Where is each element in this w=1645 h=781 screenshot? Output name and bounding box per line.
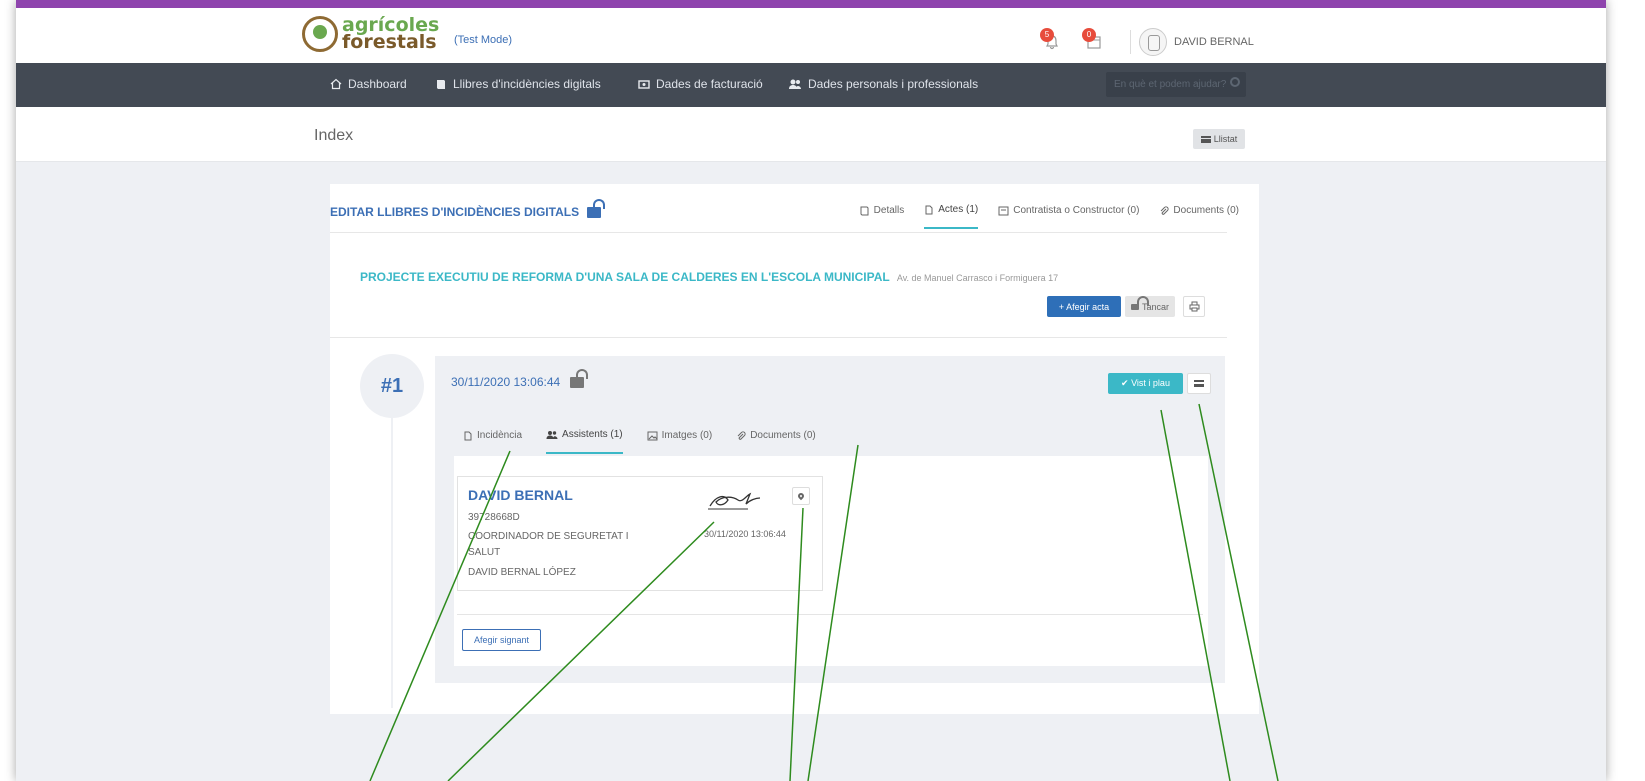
edit-book-panel: EDITAR LLIBRES D'INCIDÈNCIES DIGITALS De… [330,184,1259,714]
file-icon [464,431,472,440]
id-card-icon [998,206,1009,215]
user-avatar[interactable] [1139,28,1167,56]
project-name: PROJECTE EXECUTIU DE REFORMA D'UNA SALA … [360,270,890,284]
tab-label: Imatges (0) [661,430,713,441]
assistant-card: DAVID BERNAL 39728668D COORDINADOR DE SE… [457,476,823,591]
acta-number: #1 [360,354,424,418]
nav-item-llibres[interactable]: Llibres d'incidències digitals [435,77,601,91]
acta-date: 30/11/2020 13:06:44 [451,368,589,389]
paperclip-icon [1161,205,1169,215]
search-placeholder: En què et podem ajudar? [1114,79,1227,90]
book-icon [860,206,869,215]
bell-badge: 5 [1040,28,1054,42]
page-header: Index Llistat [16,107,1606,162]
nav-label: Llibres d'incidències digitals [453,77,601,91]
print-icon [1189,301,1199,312]
divider [457,614,1203,615]
lock-icon [1130,295,1149,310]
assistant-role-line-1: COORDINADOR DE SEGURETAT I [468,531,629,542]
header-divider [1130,30,1131,54]
assistant-name[interactable]: DAVID BERNAL [468,487,573,503]
acta-card: 30/11/2020 13:06:44 ✔ Vist i plau Incidè… [435,356,1225,683]
tab-label: Contratista o Constructor (0) [1013,205,1140,216]
timeline-line [391,418,393,708]
calendar-notifications-button[interactable]: 0 [1082,28,1106,52]
add-acta-button[interactable]: + Afegir acta [1047,296,1121,317]
page-title: Index [314,127,354,144]
project-title: PROJECTE EXECUTIU DE REFORMA D'UNA SALA … [360,270,1058,284]
signature-image [708,492,761,510]
card-icon [638,80,650,89]
book-icon [437,80,445,89]
tab-label: Detalls [873,205,905,216]
brand-logo[interactable]: agrícoles forestals [302,16,439,52]
close-book-button[interactable]: Tancar [1125,295,1175,317]
nav-item-dades-personals[interactable]: Dades personals i professionals [788,77,978,91]
app-window: agrícoles forestals (Test Mode) 5 0 DAVI… [16,0,1606,781]
paperclip-icon [737,430,746,440]
tab-label: Actes (1) [938,204,979,215]
tab-detalls[interactable]: Detalls [860,204,905,229]
panel-title-text: EDITAR LLIBRES D'INCIDÈNCIES DIGITALS [330,205,580,219]
unlock-icon [570,368,589,388]
tab-imatges[interactable]: Imatges (0) [647,429,713,454]
home-icon [330,78,342,90]
image-icon [647,431,658,440]
user-name-link[interactable]: DAVID BERNAL [1174,36,1254,48]
acta-datetime: 30/11/2020 13:06:44 [451,375,561,389]
notifications-bell-button[interactable]: 5 [1040,28,1064,52]
tab-assistents[interactable]: Assistents (1) [546,429,623,454]
assistant-role-line-2: SALUT [468,547,501,558]
tab-documents[interactable]: Documents (0) [1159,204,1239,229]
logo-line-2: forestals [342,31,437,53]
top-accent-bar [16,0,1606,8]
search-input[interactable]: En què et podem ajudar? [1106,72,1246,97]
tab-label: Assistents (1) [562,429,623,440]
file-icon [925,205,933,214]
tab-contratista[interactable]: Contratista o Constructor (0) [998,204,1139,229]
search-icon [1230,77,1240,87]
tab-label: Documents (0) [1173,205,1239,216]
calendar-badge: 0 [1082,28,1096,42]
list-icon [1200,135,1211,143]
main-navbar: Dashboard Llibres d'incidències digitals… [16,63,1606,107]
panel-title: EDITAR LLIBRES D'INCIDÈNCIES DIGITALS [330,198,606,219]
nav-item-facturacio[interactable]: Dades de facturació [638,77,763,91]
project-address: Av. de Manuel Carrasco i Formiguera 17 [896,273,1059,283]
assistant-id: 39728668D [468,512,520,523]
nav-label: Dades de facturació [656,77,763,91]
nav-item-dashboard[interactable]: Dashboard [330,77,407,91]
users-icon [546,430,558,439]
divider [330,337,1227,338]
tab-acta-documents[interactable]: Documents (0) [736,429,816,454]
listat-label: Llistat [1213,134,1238,144]
add-signer-button[interactable]: Afegir signant [462,629,541,651]
divider [330,232,1227,233]
unlock-icon [587,198,606,218]
test-mode-label: (Test Mode) [454,34,513,46]
assistants-panel: DAVID BERNAL 39728668D COORDINADOR DE SE… [454,456,1208,666]
acta-list-button[interactable] [1187,373,1211,394]
location-button[interactable] [792,487,810,505]
tab-incidencia[interactable]: Incidència [463,429,522,454]
signature-date: 30/11/2020 13:06:44 [704,529,786,539]
acta-tabs: Incidència Assistents (1) Imatges (0) Do… [463,429,816,454]
list-icon [1194,380,1204,387]
nav-label: Dashboard [348,77,407,91]
listat-button[interactable]: Llistat [1193,129,1245,149]
assistant-full-name: DAVID BERNAL LÓPEZ [468,567,576,578]
print-button[interactable] [1183,296,1205,317]
panel-tabs: Detalls Actes (1) Contratista o Construc… [860,204,1239,229]
approve-button[interactable]: ✔ Vist i plau [1108,373,1183,394]
tab-label: Incidència [477,430,523,441]
top-header: agrícoles forestals (Test Mode) 5 0 DAVI… [16,8,1606,63]
nav-label: Dades personals i professionals [808,77,979,91]
tab-label: Documents (0) [750,430,816,441]
map-pin-icon [796,491,806,501]
tree-logo-icon [302,16,338,52]
users-icon [789,79,801,89]
tab-actes[interactable]: Actes (1) [924,204,979,229]
